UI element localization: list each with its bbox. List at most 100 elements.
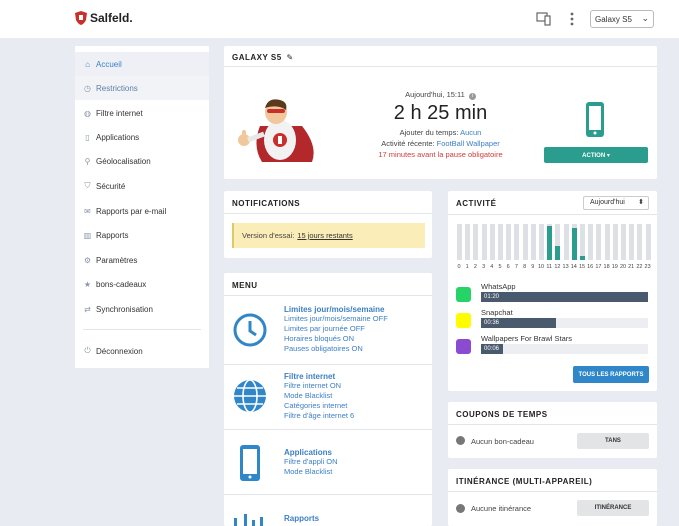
hour-label: 8 [523, 264, 527, 270]
sidebar-item-securite[interactable]: ⛉ Sécurité [75, 174, 209, 198]
roaming-panel: ITINÉRANCE (MULTI-APPAREIL) Aucune itiné… [448, 469, 657, 526]
salfeld-logo[interactable]: Salfeld. [74, 10, 133, 26]
more-options-icon[interactable] [569, 12, 575, 26]
device-select-value: Galaxy S5 [595, 14, 632, 24]
roaming-title: ITINÉRANCE (MULTI-APPAREIL) [456, 477, 593, 486]
sidebar-item-label: Paramètres [96, 255, 138, 265]
devices-icon[interactable] [536, 12, 552, 26]
panel-divider [448, 214, 657, 215]
hour-label: 13 [562, 264, 569, 270]
menu-line[interactable]: Limites jour/mois/semaine OFF [284, 314, 388, 324]
hour-label: 10 [537, 264, 545, 270]
menu-section-applications[interactable]: Applications Filtre d'appli ON Mode Blac… [224, 430, 432, 492]
recent-activity-link[interactable]: FootBall Wallpaper [437, 139, 500, 148]
hour-label: 5 [498, 264, 502, 270]
coupons-button[interactable]: TANS [577, 433, 649, 449]
star-icon: ★ [83, 279, 92, 289]
menu-line[interactable]: Filtre internet ON [284, 381, 354, 391]
sidebar-item-restrictions[interactable]: ◷ Restrictions [75, 76, 209, 100]
menu-line[interactable]: Catégories internet [284, 401, 354, 411]
device-select[interactable]: Galaxy S5 ⌄ [590, 10, 654, 28]
hour-bar-fill [547, 225, 553, 260]
sidebar-item-accueil[interactable]: ⌂ Accueil [75, 52, 209, 76]
add-time-link[interactable]: Aucun [460, 128, 481, 137]
chevron-updown-icon: ⬍ [638, 199, 644, 206]
hour-bar-track [514, 224, 520, 260]
panel-divider [448, 424, 657, 425]
menu-section-filtre-internet[interactable]: Filtre internet Filtre internet ON Mode … [224, 365, 432, 427]
sidebar-item-bons-cadeaux[interactable]: ★ bons-cadeaux [75, 272, 209, 296]
menu-section-title[interactable]: Limites jour/mois/semaine [284, 305, 388, 314]
sidebar-item-geolocalisation[interactable]: ⚲ Géolocalisation [75, 149, 209, 173]
action-button[interactable]: ACTION ▾ [544, 147, 648, 163]
menu-section-limites[interactable]: Limites jour/mois/semaine Limites jour/m… [224, 299, 432, 361]
hour-label: 18 [603, 264, 610, 270]
app-usage-bar: 00:36 [481, 318, 648, 328]
hour-label: 9 [531, 264, 535, 270]
hour-bar-track [596, 224, 602, 260]
menu-line[interactable]: Horaires bloqués ON [284, 334, 388, 344]
hour-bar-fill [555, 245, 561, 260]
period-select-value: Aujourd'hui [590, 199, 625, 206]
menu-section-title[interactable]: Filtre internet [284, 372, 354, 381]
today-label-row: Aujourd'hui, 15:11 i [224, 90, 657, 100]
hourly-usage-chart [457, 224, 651, 260]
coupons-panel: COUPONS DE TEMPS Aucun bon-cadeau TANS [448, 402, 657, 458]
hour-bar-track [473, 224, 479, 260]
sidebar-item-parametres[interactable]: ⚙ Paramètres [75, 248, 209, 272]
menu-section-title[interactable]: Rapports [284, 514, 319, 523]
menu-panel: MENU Limites jour/mois/semaine Limites j… [224, 273, 432, 526]
hour-label: 14 [570, 264, 577, 270]
sidebar-item-deconnexion[interactable]: ⏻ Déconnexion [75, 339, 209, 363]
hour-label: 23 [644, 264, 651, 270]
phone-icon [586, 102, 604, 137]
sidebar-item-synchronisation[interactable]: ⇄ Synchronisation [75, 297, 209, 321]
hour-bar-track [522, 224, 528, 260]
gear-icon: ⚙ [83, 255, 92, 265]
panel-divider [224, 295, 432, 296]
info-icon[interactable]: i [468, 93, 476, 100]
menu-line[interactable]: Mode Blacklist [284, 467, 338, 477]
sidebar-item-rapports-email[interactable]: ✉ Rapports par e-mail [75, 199, 209, 223]
menu-title: MENU [232, 281, 258, 290]
pencil-icon[interactable]: ✎ [286, 53, 293, 62]
coupons-status: Aucun bon-cadeau [471, 437, 534, 446]
menu-line[interactable]: Filtre d'appli ON [284, 457, 338, 467]
shield-icon: ⛉ [84, 181, 91, 190]
hour-bar-track [506, 224, 512, 260]
menu-section-rapports[interactable]: Rapports [224, 495, 432, 526]
top-bar: Salfeld. Galaxy S5 ⌄ [0, 0, 679, 38]
trial-days-link[interactable]: 15 jours restants [297, 231, 352, 240]
bar-chart-icon: ▥ [83, 230, 92, 240]
hour-label: 19 [611, 264, 618, 270]
menu-line[interactable]: Mode Blacklist [284, 391, 354, 401]
hour-bar-track [588, 224, 594, 260]
app-usage-bar: 01:20 [481, 292, 648, 302]
menu-line[interactable]: Limites par journée OFF [284, 324, 388, 334]
notifications-panel: NOTIFICATIONS Version d'essai: 15 jours … [224, 191, 432, 258]
hour-bar-track [539, 224, 544, 260]
envelope-icon: ✉ [84, 206, 91, 216]
home-icon: ⌂ [85, 59, 90, 69]
period-select[interactable]: Aujourd'hui ⬍ [583, 196, 649, 210]
hour-label: 17 [595, 264, 602, 270]
menu-line[interactable]: Pauses obligatoires ON [284, 344, 388, 354]
menu-line[interactable]: Filtre d'âge internet 6 [284, 411, 354, 421]
all-reports-button[interactable]: TOUS LES RAPPORTS [573, 366, 649, 383]
recent-activity-label: Activité récente: [381, 139, 435, 148]
app-usage-fill: 01:20 [481, 292, 648, 302]
sidebar-item-filtre-internet[interactable]: ◍ Filtre internet [75, 101, 209, 125]
hour-label: 15 [578, 264, 586, 270]
app-name: WhatsApp [481, 282, 516, 291]
device-panel: GALAXY S5 ✎ Aujourd'hui, 15:11 i 2 h 25 … [224, 46, 657, 179]
hour-label: 0 [457, 264, 461, 270]
sidebar: ⌂ Accueil ◷ Restrictions ◍ Filtre intern… [75, 46, 209, 368]
clock-icon: ◷ [84, 83, 91, 93]
roaming-button[interactable]: ITINÉRANCE [577, 500, 649, 516]
sidebar-item-rapports[interactable]: ▥ Rapports [75, 223, 209, 247]
hour-bar-track [530, 224, 536, 260]
activity-panel: ACTIVITÉ Aujourd'hui ⬍ 0 1 2 3 4 5 6 7 8 9 10 11 12 1… [448, 191, 657, 391]
sidebar-item-applications[interactable]: ▯ Applications [75, 125, 209, 149]
menu-section-title[interactable]: Applications [284, 448, 338, 457]
hour-label: 6 [506, 264, 510, 270]
